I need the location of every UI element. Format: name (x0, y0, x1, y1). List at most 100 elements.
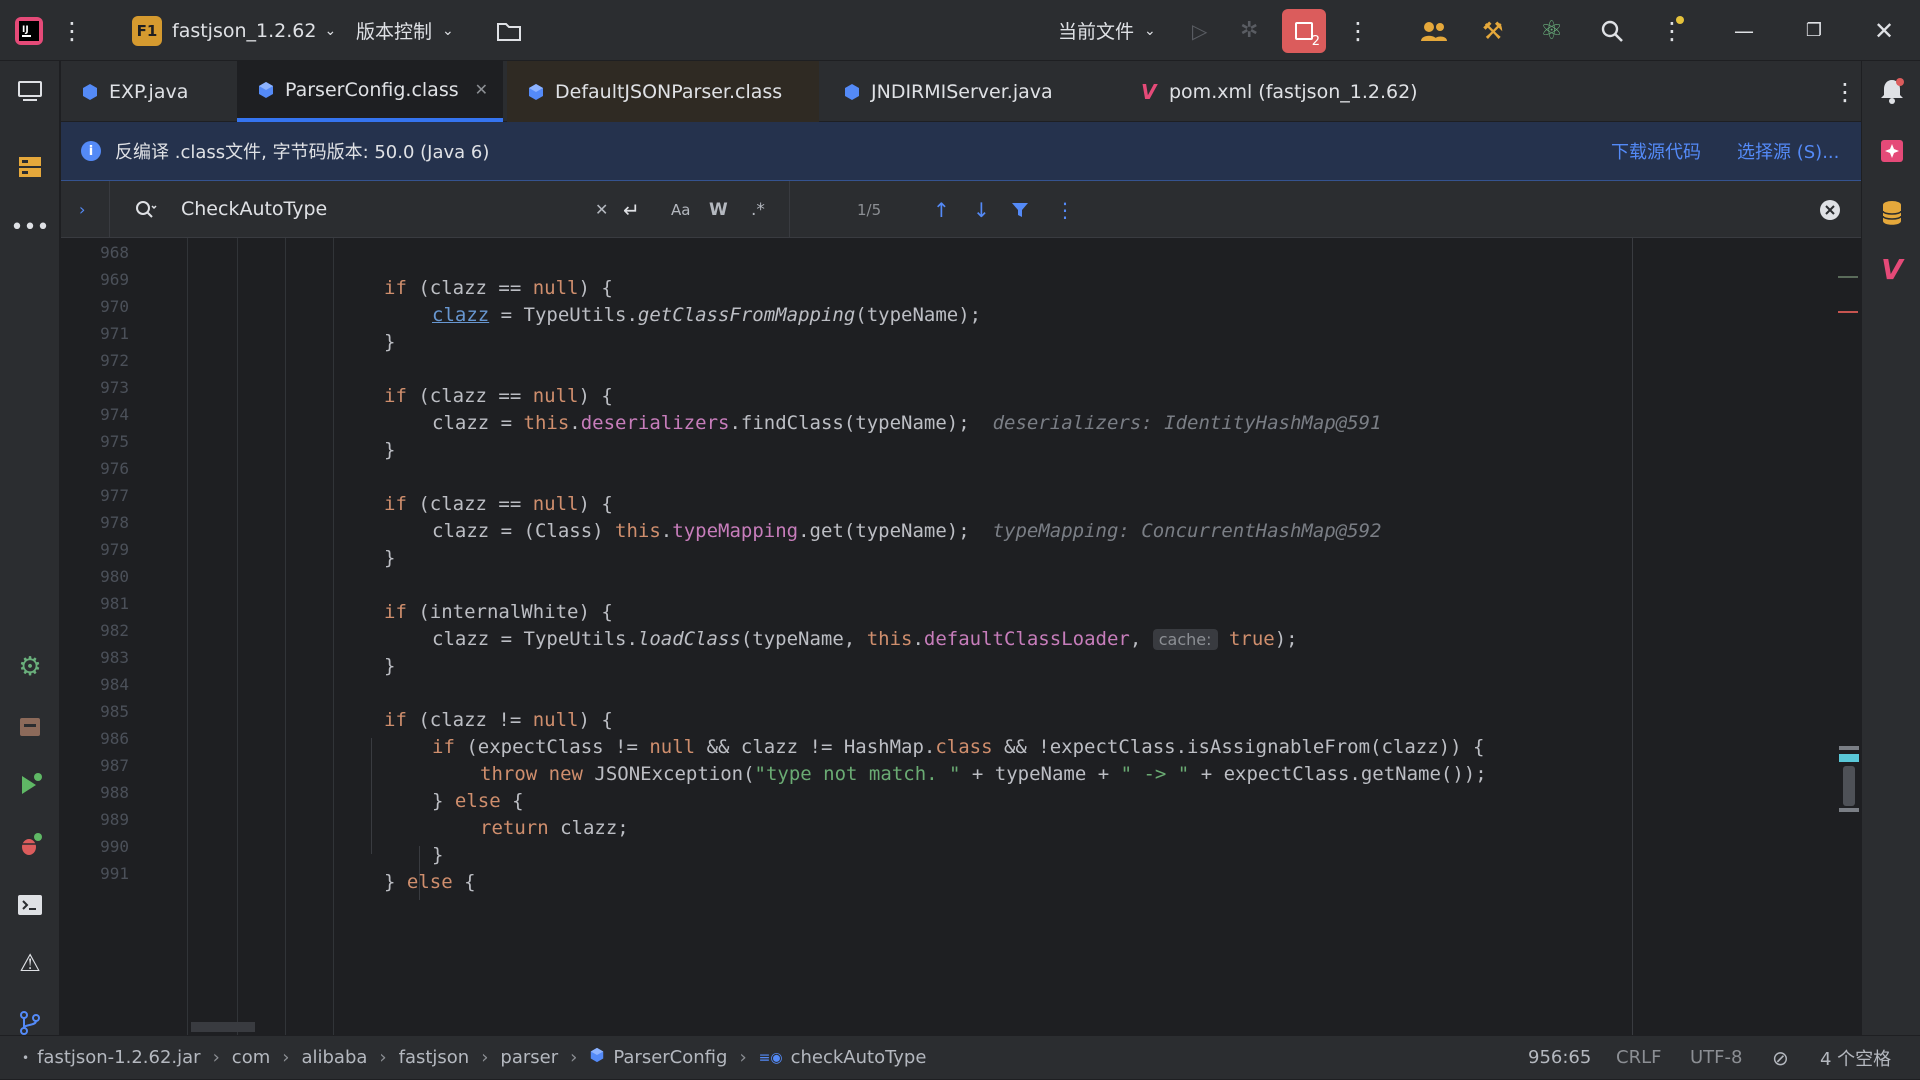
tab-exp-java[interactable]: EXP.java (61, 61, 233, 122)
stop-count: 2 (1311, 33, 1320, 49)
database-icon[interactable] (1862, 191, 1920, 235)
clear-search-icon[interactable]: ✕ (595, 181, 608, 238)
folder-icon[interactable] (496, 0, 522, 61)
vcs-menu[interactable]: 版本控制 ⌄ (356, 0, 454, 61)
chevron-down-icon: ⌄ (324, 22, 337, 39)
minimize-icon[interactable]: — (1714, 0, 1774, 61)
download-sources-link[interactable]: 下载源代码 (1611, 138, 1701, 164)
file-encoding[interactable]: UTF-8 (1690, 1047, 1742, 1068)
tab-pom-xml[interactable]: V pom.xml (fastjson_1.2.62) (1121, 61, 1451, 122)
intellij-logo-icon[interactable]: IJ (14, 0, 44, 61)
notifications-icon[interactable] (1862, 69, 1920, 113)
title-bar: IJ ⋮ F1 fastjson_1.2.62 ⌄ 版本控制 ⌄ 当前文件 ⌄ … (0, 0, 1920, 61)
problems-icon[interactable]: ⚠ (0, 941, 60, 985)
code-line: if (expectClass != null && clazz != Hash… (432, 736, 1485, 758)
run-tool-icon[interactable] (0, 763, 60, 807)
next-occurrence-icon[interactable]: ↓ (973, 181, 990, 238)
structure-icon[interactable] (0, 145, 60, 189)
more-actions-icon[interactable]: ⋮ (1346, 0, 1370, 61)
filter-icon[interactable] (1011, 181, 1029, 238)
tab-label: DefaultJSONParser.class (555, 80, 783, 103)
line-number: 971 (100, 324, 129, 343)
indent-setting[interactable]: 4 个空格 (1820, 1045, 1891, 1071)
breadcrumb: • fastjson-1.2.62.jar › com › alibaba › … (22, 1036, 926, 1080)
close-search-icon[interactable] (1819, 181, 1841, 238)
new-line-icon[interactable]: ↵ (623, 181, 640, 238)
debug-value-hint: typeMapping: ConcurrentHashMap@592 (992, 520, 1382, 542)
database-storage-icon[interactable] (0, 705, 60, 749)
breadcrumb-item[interactable]: alibaba (301, 1047, 367, 1068)
terminal-icon[interactable] (0, 883, 60, 927)
code-editor[interactable]: 968 969 970 971 972 973 974 975 976 977 978 979 980 9… (61, 238, 1861, 1035)
line-number: 976 (100, 459, 129, 478)
tab-jndirmiserver-java[interactable]: JNDIRMIServer.java (823, 61, 1119, 122)
breadcrumb-item[interactable]: fastjson (399, 1047, 470, 1068)
previous-occurrence-icon[interactable]: ↑ (933, 181, 950, 238)
code-line: throw new JSONException("type not match.… (480, 763, 1487, 785)
left-tool-stripe: ••• ⚙ ⚠ (0, 61, 60, 1035)
match-case-button[interactable]: Aa (671, 181, 690, 238)
caret-position[interactable]: 956:65 (1528, 1047, 1591, 1068)
code-line: if (clazz == null) { (384, 385, 613, 407)
line-number: 975 (100, 432, 129, 451)
words-button[interactable]: W (709, 181, 728, 238)
stop-button[interactable]: 2 (1282, 0, 1326, 61)
line-number: 987 (100, 756, 129, 775)
search-history-icon[interactable] (135, 181, 157, 238)
regex-button[interactable]: .* (751, 181, 765, 238)
read-only-icon[interactable]: ⊘ (1772, 1046, 1789, 1070)
tab-parserconfig-class[interactable]: ParserConfig.class ✕ (237, 61, 503, 122)
debug-icon[interactable]: ✲ (1240, 0, 1258, 61)
indent-guide (237, 238, 238, 1035)
project-selector[interactable]: F1 fastjson_1.2.62 ⌄ (132, 0, 336, 61)
line-separator[interactable]: CRLF (1616, 1047, 1661, 1068)
maven-icon[interactable]: V (1862, 247, 1920, 291)
bullet-icon: • (22, 1050, 30, 1065)
scroll-marker (1838, 311, 1858, 313)
java-class-icon (843, 83, 861, 101)
ai-plugin-icon[interactable] (1862, 129, 1920, 173)
settings-updates-icon[interactable]: ⋮ (1660, 0, 1684, 61)
project-badge: F1 (132, 15, 162, 46)
close-tab-icon[interactable]: ✕ (475, 80, 488, 99)
code-with-me-icon[interactable] (1420, 0, 1448, 61)
ai-assistant-icon[interactable]: ⚛ (1540, 0, 1563, 61)
breadcrumb-item[interactable]: parser (500, 1047, 558, 1068)
services-gear-icon[interactable]: ⚙ (0, 645, 60, 689)
tab-options-icon[interactable]: ⋮ (1821, 61, 1861, 122)
chevron-right-icon: › (282, 1047, 290, 1068)
restore-icon[interactable]: ❐ (1784, 0, 1844, 61)
breadcrumb-item[interactable]: com (232, 1047, 270, 1068)
breadcrumb-item[interactable]: checkAutoType (791, 1047, 927, 1068)
expand-replace-icon[interactable]: › (79, 181, 85, 238)
line-number: 981 (100, 594, 129, 613)
result-count: 1/5 (857, 200, 882, 219)
line-number: 984 (100, 675, 129, 694)
search-everywhere-icon[interactable] (1600, 0, 1624, 61)
project-view-icon[interactable] (0, 69, 60, 113)
tab-defaultjsonparser-class[interactable]: DefaultJSONParser.class (507, 61, 819, 122)
main-menu-icon[interactable]: ⋮ (60, 0, 84, 61)
breadcrumb-item[interactable]: fastjson-1.2.62.jar (37, 1047, 201, 1068)
breadcrumb-item[interactable]: ParserConfig (613, 1047, 727, 1068)
choose-sources-link[interactable]: 选择源 (S)... (1737, 138, 1839, 164)
line-number: 991 (100, 864, 129, 883)
close-icon[interactable]: ✕ (1854, 0, 1914, 61)
indent-guide (333, 238, 334, 1035)
scroll-marker (1838, 276, 1858, 278)
more-options-icon[interactable]: ⋮ (1055, 181, 1075, 238)
horizontal-scrollbar[interactable] (191, 1022, 255, 1032)
line-number: 977 (100, 486, 129, 505)
debug-tool-icon[interactable] (0, 823, 60, 867)
scroll-marker (1839, 754, 1859, 762)
class-file-icon (527, 83, 545, 101)
search-input[interactable] (179, 193, 479, 225)
build-tools-icon[interactable]: ⚒ (1482, 0, 1504, 61)
line-number: 970 (100, 297, 129, 316)
run-config-selector[interactable]: 当前文件 ⌄ (1058, 0, 1156, 61)
tab-label: EXP.java (109, 80, 189, 103)
run-icon[interactable]: ▷ (1192, 0, 1207, 61)
more-tools-icon[interactable]: ••• (0, 205, 60, 249)
vertical-scrollbar-thumb[interactable] (1843, 766, 1855, 806)
chevron-right-icon: › (481, 1047, 489, 1068)
